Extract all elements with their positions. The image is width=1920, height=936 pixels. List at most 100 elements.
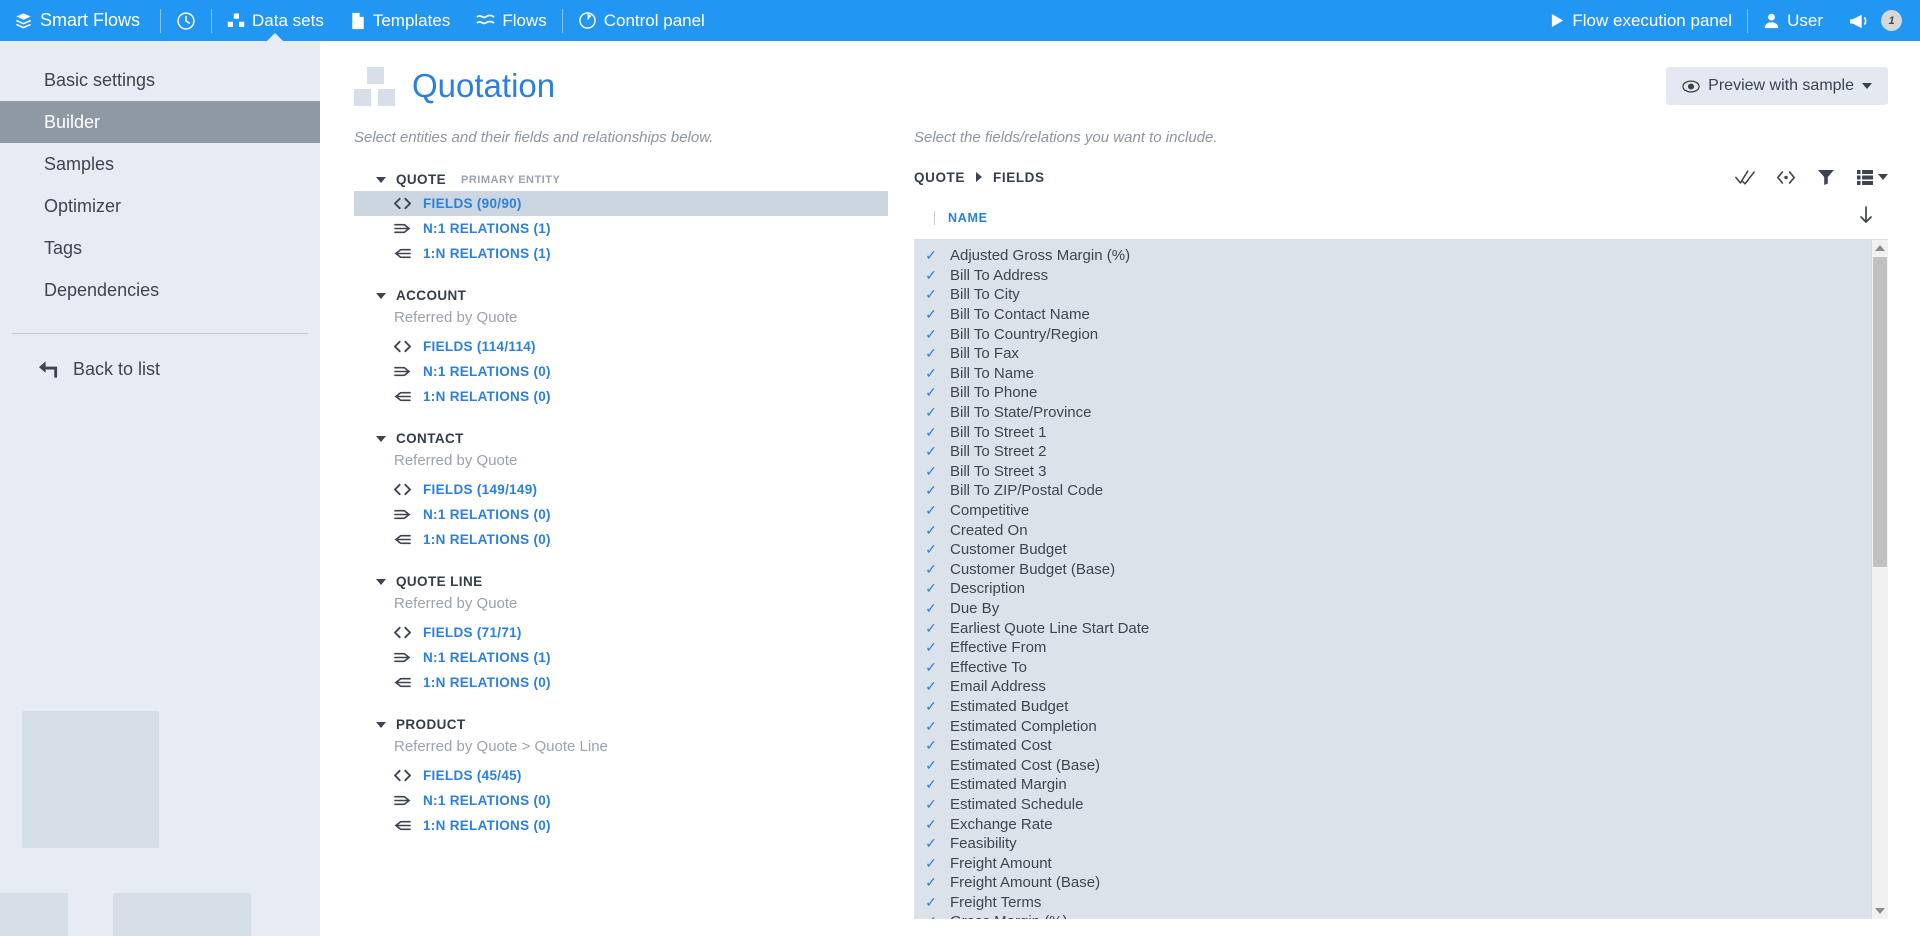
- check-icon[interactable]: ✓: [924, 913, 938, 919]
- field-row[interactable]: ✓Bill To Street 2: [914, 442, 1871, 462]
- nav-templates[interactable]: Templates: [337, 0, 463, 41]
- field-row[interactable]: ✓Exchange Rate: [914, 814, 1871, 834]
- scroll-down-arrow-icon[interactable]: [1875, 908, 1885, 914]
- column-header-name[interactable]: NAME: [934, 211, 988, 225]
- node-n1-relations[interactable]: N:1 RELATIONS (1): [354, 216, 888, 241]
- check-icon[interactable]: ✓: [924, 424, 938, 441]
- back-to-list-button[interactable]: Back to list: [0, 348, 320, 390]
- check-icon[interactable]: ✓: [924, 620, 938, 637]
- nav-control-panel[interactable]: Control panel: [565, 0, 718, 41]
- check-icon[interactable]: ✓: [924, 384, 938, 401]
- field-row[interactable]: ✓Gross Margin (%): [914, 912, 1871, 919]
- node-1n-relations[interactable]: 1:N RELATIONS (0): [354, 670, 888, 695]
- announcements-button[interactable]: 1: [1836, 0, 1920, 41]
- breadcrumb-item-quote[interactable]: QUOTE: [914, 170, 965, 185]
- field-row[interactable]: ✓Bill To State/Province: [914, 403, 1871, 423]
- field-row[interactable]: ✓Estimated Completion: [914, 716, 1871, 736]
- field-row[interactable]: ✓Bill To ZIP/Postal Code: [914, 481, 1871, 501]
- fields-list-scrollbar[interactable]: [1871, 240, 1888, 919]
- check-icon[interactable]: ✓: [924, 365, 938, 382]
- check-icon[interactable]: ✓: [924, 404, 938, 421]
- recent-clock-button[interactable]: [163, 0, 209, 41]
- node-n1-relations[interactable]: N:1 RELATIONS (0): [354, 359, 888, 384]
- select-all-icon[interactable]: [1735, 169, 1755, 186]
- field-row[interactable]: ✓Bill To Name: [914, 364, 1871, 384]
- field-row[interactable]: ✓Bill To Street 1: [914, 422, 1871, 442]
- field-row[interactable]: ✓Effective To: [914, 657, 1871, 677]
- preview-with-sample-button[interactable]: Preview with sample: [1666, 67, 1888, 105]
- field-row[interactable]: ✓Feasibility: [914, 834, 1871, 854]
- entity-header[interactable]: QUOTE LINE: [354, 570, 888, 593]
- nav-data-sets[interactable]: Data sets: [214, 0, 337, 41]
- scroll-up-arrow-icon[interactable]: [1875, 245, 1885, 251]
- check-icon[interactable]: ✓: [924, 561, 938, 578]
- node-fields[interactable]: FIELDS (71/71): [354, 620, 888, 645]
- field-row[interactable]: ✓Freight Amount (Base): [914, 873, 1871, 893]
- entity-header[interactable]: ACCOUNT: [354, 284, 888, 307]
- field-row[interactable]: ✓Freight Terms: [914, 893, 1871, 913]
- sidebar-item-optimizer[interactable]: Optimizer: [0, 185, 320, 227]
- field-row[interactable]: ✓Bill To Phone: [914, 383, 1871, 403]
- check-icon[interactable]: ✓: [924, 463, 938, 480]
- node-fields[interactable]: FIELDS (45/45): [354, 763, 888, 788]
- field-row[interactable]: ✓Bill To Country/Region: [914, 324, 1871, 344]
- entity-header[interactable]: CONTACT: [354, 427, 888, 450]
- check-icon[interactable]: ✓: [924, 345, 938, 362]
- fields-list[interactable]: ✓Adjusted Gross Margin (%)✓Bill To Addre…: [914, 240, 1871, 919]
- field-row[interactable]: ✓Customer Budget: [914, 540, 1871, 560]
- entity-header[interactable]: QUOTE PRIMARY ENTITY: [354, 168, 888, 191]
- field-row[interactable]: ✓Estimated Margin: [914, 775, 1871, 795]
- check-icon[interactable]: ✓: [924, 718, 938, 735]
- check-icon[interactable]: ✓: [924, 541, 938, 558]
- user-menu[interactable]: User: [1750, 0, 1836, 41]
- node-fields[interactable]: FIELDS (90/90): [354, 191, 888, 216]
- node-1n-relations[interactable]: 1:N RELATIONS (0): [354, 384, 888, 409]
- check-icon[interactable]: ✓: [924, 776, 938, 793]
- code-toggle-icon[interactable]: [1776, 169, 1796, 186]
- field-row[interactable]: ✓Created On: [914, 520, 1871, 540]
- nav-flows[interactable]: Flows: [463, 0, 559, 41]
- field-row[interactable]: ✓Description: [914, 579, 1871, 599]
- breadcrumb-item-fields[interactable]: FIELDS: [993, 170, 1045, 185]
- check-icon[interactable]: ✓: [924, 482, 938, 499]
- node-fields[interactable]: FIELDS (149/149): [354, 477, 888, 502]
- check-icon[interactable]: ✓: [924, 600, 938, 617]
- check-icon[interactable]: ✓: [924, 522, 938, 539]
- sidebar-item-samples[interactable]: Samples: [0, 143, 320, 185]
- check-icon[interactable]: ✓: [924, 737, 938, 754]
- check-icon[interactable]: ✓: [924, 580, 938, 597]
- check-icon[interactable]: ✓: [924, 816, 938, 833]
- filter-icon[interactable]: [1817, 168, 1835, 186]
- flow-execution-panel-button[interactable]: Flow execution panel: [1537, 0, 1745, 41]
- check-icon[interactable]: ✓: [924, 874, 938, 891]
- check-icon[interactable]: ✓: [924, 835, 938, 852]
- field-row[interactable]: ✓Estimated Budget: [914, 697, 1871, 717]
- field-row[interactable]: ✓Email Address: [914, 677, 1871, 697]
- field-row[interactable]: ✓Effective From: [914, 638, 1871, 658]
- sidebar-item-tags[interactable]: Tags: [0, 227, 320, 269]
- scrollbar-thumb[interactable]: [1873, 257, 1887, 567]
- node-1n-relations[interactable]: 1:N RELATIONS (1): [354, 241, 888, 266]
- entity-header[interactable]: PRODUCT: [354, 713, 888, 736]
- check-icon[interactable]: ✓: [924, 639, 938, 656]
- sidebar-item-builder[interactable]: Builder: [0, 101, 320, 143]
- field-row[interactable]: ✓Competitive: [914, 501, 1871, 521]
- check-icon[interactable]: ✓: [924, 757, 938, 774]
- check-icon[interactable]: ✓: [924, 894, 938, 911]
- field-row[interactable]: ✓Adjusted Gross Margin (%): [914, 246, 1871, 266]
- field-row[interactable]: ✓Bill To Fax: [914, 344, 1871, 364]
- check-icon[interactable]: ✓: [924, 286, 938, 303]
- field-row[interactable]: ✓Bill To Address: [914, 266, 1871, 286]
- check-icon[interactable]: ✓: [924, 678, 938, 695]
- check-icon[interactable]: ✓: [924, 443, 938, 460]
- check-icon[interactable]: ✓: [924, 855, 938, 872]
- node-n1-relations[interactable]: N:1 RELATIONS (1): [354, 645, 888, 670]
- field-row[interactable]: ✓Estimated Schedule: [914, 795, 1871, 815]
- node-n1-relations[interactable]: N:1 RELATIONS (0): [354, 502, 888, 527]
- sort-desc-arrow-icon[interactable]: [1858, 206, 1874, 229]
- field-row[interactable]: ✓Freight Amount: [914, 853, 1871, 873]
- node-1n-relations[interactable]: 1:N RELATIONS (0): [354, 813, 888, 838]
- check-icon[interactable]: ✓: [924, 267, 938, 284]
- node-n1-relations[interactable]: N:1 RELATIONS (0): [354, 788, 888, 813]
- field-row[interactable]: ✓Bill To Contact Name: [914, 305, 1871, 325]
